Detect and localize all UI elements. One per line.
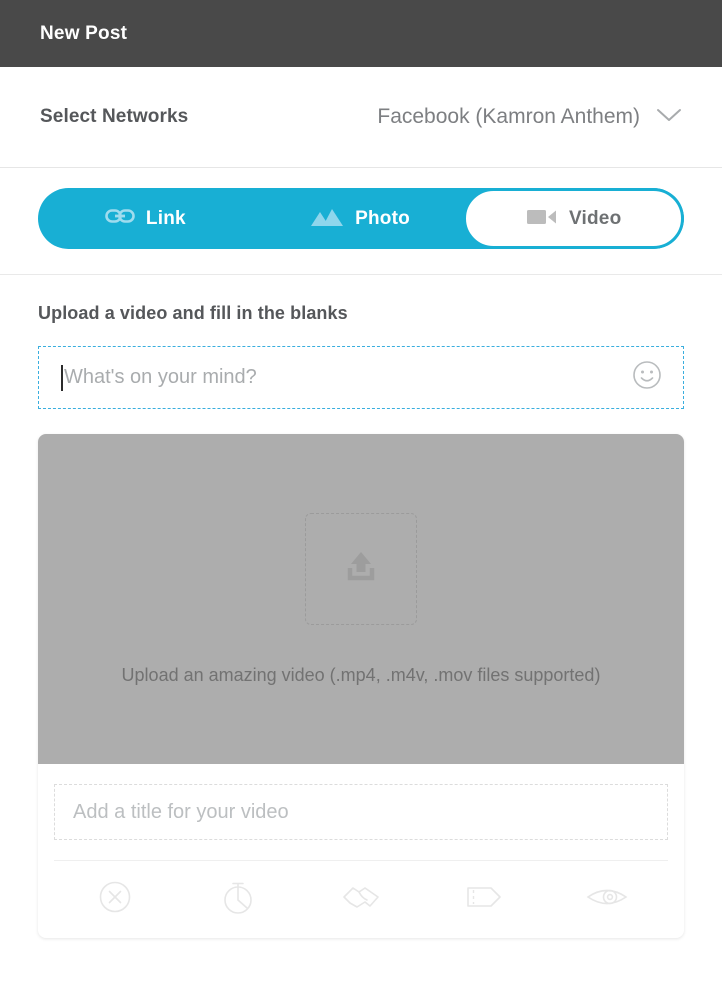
- schedule-button[interactable]: [177, 878, 300, 921]
- dialog-titlebar: New Post: [0, 0, 722, 67]
- upload-target[interactable]: [305, 512, 417, 625]
- video-upload-card: Upload an amazing video (.mp4, .m4v, .mo…: [38, 434, 684, 938]
- remove-icon: [98, 880, 132, 919]
- video-action-bar: [54, 860, 668, 938]
- video-title-input[interactable]: Add a title for your video: [54, 784, 668, 840]
- schedule-icon: [221, 878, 255, 921]
- page-title: New Post: [40, 22, 128, 44]
- video-icon: [526, 205, 558, 232]
- video-dropzone[interactable]: Upload an amazing video (.mp4, .m4v, .mo…: [38, 434, 684, 764]
- photo-icon: [310, 205, 344, 232]
- tab-photo-label: Photo: [355, 207, 410, 229]
- new-post-dialog: New Post Select Networks Facebook (Kamro…: [0, 0, 722, 988]
- remove-button[interactable]: [54, 880, 177, 919]
- post-type-tabs: Link Photo Video: [38, 188, 684, 249]
- network-dropdown-value: Facebook (Kamron Anthem): [377, 105, 640, 128]
- tab-link[interactable]: Link: [38, 188, 253, 249]
- upload-icon: [338, 543, 384, 594]
- message-input[interactable]: What's on your mind?: [38, 346, 684, 409]
- partner-button[interactable]: [300, 880, 423, 919]
- network-dropdown[interactable]: Facebook (Kamron Anthem): [377, 105, 682, 129]
- dropzone-caption: Upload an amazing video (.mp4, .m4v, .mo…: [121, 664, 601, 685]
- post-type-tabs-container: Link Photo Video: [0, 168, 722, 275]
- preview-icon: [586, 883, 628, 916]
- compose-section: Upload a video and fill in the blanks Wh…: [0, 275, 722, 409]
- video-title-placeholder: Add a title for your video: [73, 800, 289, 823]
- tab-link-label: Link: [145, 207, 186, 229]
- tag-icon: [464, 882, 504, 917]
- select-networks-label: Select Networks: [40, 106, 189, 127]
- message-input-placeholder: What's on your mind?: [64, 366, 257, 388]
- preview-button[interactable]: [545, 883, 668, 916]
- link-icon: [105, 206, 135, 231]
- select-networks-row: Select Networks Facebook (Kamron Anthem): [0, 67, 722, 168]
- smiley-icon[interactable]: [631, 359, 663, 396]
- text-caret: [61, 364, 63, 391]
- handshake-icon: [341, 880, 381, 919]
- tab-video-label: Video: [568, 207, 622, 229]
- compose-section-title: Upload a video and fill in the blanks: [38, 303, 348, 323]
- tab-video[interactable]: Video: [463, 188, 684, 249]
- tag-button[interactable]: [422, 882, 545, 917]
- chevron-down-icon: [656, 107, 682, 128]
- tab-photo[interactable]: Photo: [253, 188, 468, 249]
- video-card-body: Add a title for your video: [38, 764, 684, 938]
